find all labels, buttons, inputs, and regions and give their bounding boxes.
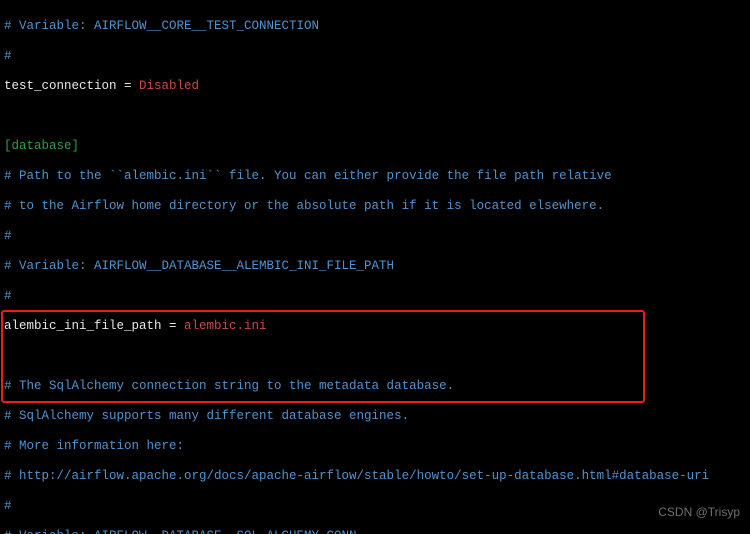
setting-line: alembic_ini_file_path = alembic.ini: [4, 319, 746, 334]
comment-line: # Path to the ``alembic.ini`` file. You …: [4, 169, 746, 184]
setting-value: alembic.ini: [184, 319, 267, 333]
comment-line: #: [4, 229, 746, 244]
setting-line: test_connection = Disabled: [4, 79, 746, 94]
setting-value: Disabled: [139, 79, 199, 93]
comment-line: #: [4, 49, 746, 64]
comment-line: # to the Airflow home directory or the a…: [4, 199, 746, 214]
comment-line: # http://airflow.apache.org/docs/apache-…: [4, 469, 746, 484]
setting-key: alembic_ini_file_path =: [4, 319, 184, 333]
config-file-viewer: # Variable: AIRFLOW__CORE__TEST_CONNECTI…: [0, 0, 750, 534]
comment-line: # More information here:: [4, 439, 746, 454]
comment-line: # Variable: AIRFLOW__CORE__TEST_CONNECTI…: [4, 19, 746, 34]
comment-line: # Variable: AIRFLOW__DATABASE__ALEMBIC_I…: [4, 259, 746, 274]
section-header: [database]: [4, 139, 746, 154]
comment-line: # The SqlAlchemy connection string to th…: [4, 379, 746, 394]
comment-line: #: [4, 289, 746, 304]
blank-line: [4, 109, 746, 124]
watermark-text: CSDN @Trisyp: [658, 505, 740, 520]
setting-key: test_connection =: [4, 79, 139, 93]
comment-line: # SqlAlchemy supports many different dat…: [4, 409, 746, 424]
blank-line: [4, 349, 746, 364]
comment-line: # Variable: AIRFLOW__DATABASE__SQL_ALCHE…: [4, 529, 746, 534]
comment-line: #: [4, 499, 746, 514]
